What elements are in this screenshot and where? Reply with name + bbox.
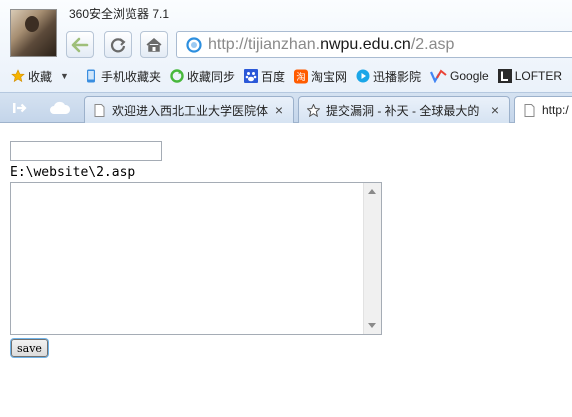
site-security-icon [186, 36, 202, 53]
cloud-button[interactable] [48, 98, 72, 118]
sidebar-toggle-icon [13, 103, 27, 113]
bookmarks-bar: 收藏 ▼ 手机收藏夹 收藏同步 百度 淘 淘宝网 迅播影院 Google LOF… [0, 64, 572, 88]
close-tab-icon[interactable]: × [488, 102, 502, 118]
play-icon [356, 69, 370, 83]
page-icon [524, 103, 535, 117]
url-text: http://tijianzhan.nwpu.edu.cn/2.asp [208, 35, 455, 53]
bookmark-baidu[interactable]: 百度 [243, 68, 285, 85]
svg-text:淘: 淘 [296, 71, 305, 83]
bookmark-favorites[interactable]: 收藏 ▼ [11, 68, 69, 85]
bookmark-sync[interactable]: 收藏同步 [170, 68, 235, 85]
close-tab-icon[interactable]: × [272, 102, 286, 118]
scroll-up-icon[interactable] [368, 189, 376, 194]
bookmark-mobile[interactable]: 手机收藏夹 [84, 68, 161, 85]
tab-current[interactable]: http:/ [514, 96, 572, 123]
baidu-paw-icon [243, 69, 258, 83]
tab-bar: 欢迎进入西北工业大学医院体 × 提交漏洞 - 补天 - 全球最大的 × http… [0, 92, 572, 123]
window-title: 360安全浏览器 7.1 [69, 7, 170, 21]
favorites-dropdown-icon[interactable]: ▼ [60, 71, 69, 81]
user-avatar[interactable] [10, 9, 57, 57]
scroll-down-icon[interactable] [368, 323, 376, 328]
vertical-scrollbar[interactable] [363, 183, 381, 334]
tab-butian[interactable]: 提交漏洞 - 补天 - 全球最大的 × [298, 96, 510, 123]
page-icon [94, 103, 105, 117]
bookmark-taobao[interactable]: 淘 淘宝网 [293, 68, 347, 85]
phone-icon [84, 69, 98, 83]
bookmark-lofter[interactable]: LOFTER [497, 69, 562, 83]
browser-chrome: 360安全浏览器 7.1 http://tijianzhan.nwpu.edu.… [0, 0, 572, 123]
google-icon [430, 69, 447, 83]
content-textarea[interactable] [10, 182, 382, 335]
bookmark-xunbo[interactable]: 迅播影院 [356, 68, 421, 85]
butian-icon [307, 103, 320, 117]
lofter-icon [497, 69, 512, 83]
refresh-button[interactable] [104, 31, 132, 58]
refresh-icon [110, 37, 126, 52]
bookmark-google[interactable]: Google [430, 69, 489, 83]
cloud-icon [50, 101, 71, 114]
star-icon [11, 69, 25, 83]
tab-hospital[interactable]: 欢迎进入西北工业大学医院体 × [84, 96, 294, 123]
sidebar-toggle-button[interactable] [8, 98, 32, 118]
sync-icon [170, 69, 184, 83]
taobao-icon: 淘 [293, 69, 308, 83]
back-button[interactable] [66, 31, 94, 58]
home-button[interactable] [140, 31, 168, 58]
home-icon [146, 37, 162, 52]
file-path-text: E:\website\2.asp [10, 165, 136, 180]
address-bar[interactable]: http://tijianzhan.nwpu.edu.cn/2.asp [176, 31, 572, 58]
back-arrow-icon [71, 37, 89, 52]
save-button[interactable]: save [11, 339, 48, 357]
path-input[interactable] [10, 141, 162, 161]
